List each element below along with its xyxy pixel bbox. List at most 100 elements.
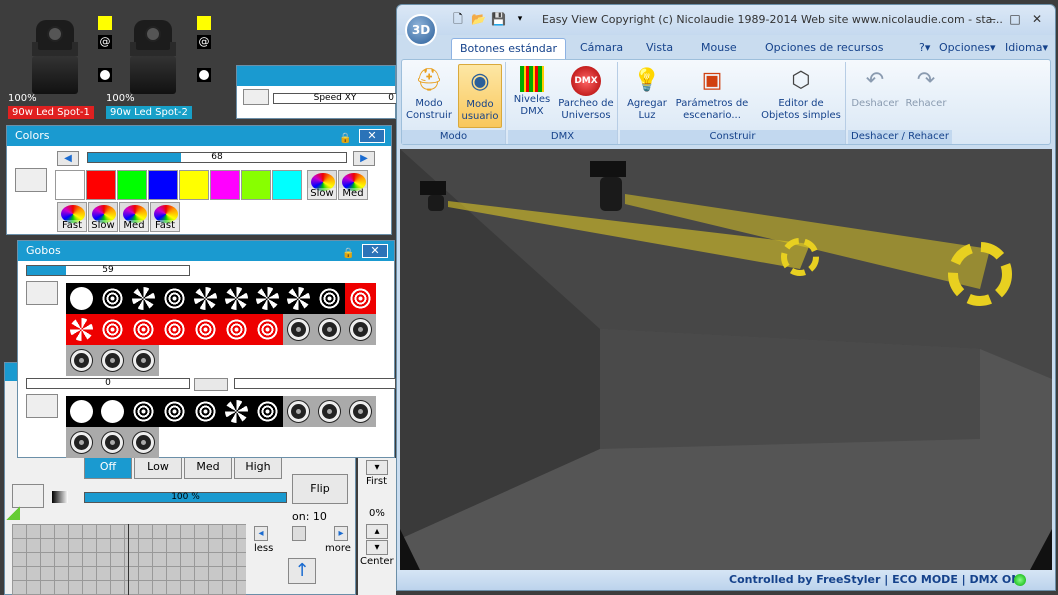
opciones-menu[interactable]: Opciones▾ [935,38,999,59]
open-folder-icon[interactable]: 📂 [471,12,486,27]
fixture-2-name[interactable]: 90w Led Spot-2 [106,106,192,119]
gobo2-slider[interactable]: 0 [26,378,190,389]
gobo-option[interactable] [97,427,128,458]
fixture-1-icon[interactable] [14,12,104,94]
gobo-option[interactable] [128,345,159,376]
intensity-off-button[interactable]: Off [84,455,132,479]
color-wheel-fast-2[interactable]: Fast [150,202,180,232]
center-up-button[interactable]: ▴ [366,524,388,539]
gobo-option[interactable] [128,396,159,427]
gobo-option[interactable] [345,283,376,314]
gobo-option[interactable] [314,396,345,427]
color-wheel-med-2[interactable]: Med [119,202,149,232]
color-swatch[interactable] [117,170,147,200]
tab-camara[interactable]: Cámara [572,38,631,59]
speed-xy-slider[interactable]: Speed XY 0 [273,93,397,104]
gobo-option[interactable] [221,283,252,314]
tab-opciones-recursos[interactable]: Opciones de recursos [757,38,891,59]
dimmer-slider[interactable]: 100 % [84,492,287,503]
maximize-icon[interactable]: □ [1005,11,1025,28]
gobo1-slider[interactable]: 59 [26,265,190,276]
save-icon[interactable]: 💾 [491,12,506,27]
color-swatch[interactable] [241,170,271,200]
gobo-option[interactable] [97,396,128,427]
gobo-option[interactable] [283,283,314,314]
intensity-med-button[interactable]: Med [184,455,232,479]
gobo-option[interactable] [345,314,376,345]
gobo-option[interactable] [66,283,97,314]
customize-toolbar-icon[interactable]: ▾ [513,12,527,27]
tab-botones-estandar[interactable]: Botones estándar [451,38,567,59]
modo-construir-button[interactable]: ⛑ Modo Construir [404,64,454,128]
dimmer-reset-button[interactable] [12,484,44,508]
colors-next-button[interactable]: ▶ [353,151,375,166]
gobo2-shake-button[interactable] [194,378,228,391]
gobo-option[interactable] [128,427,159,458]
lock-icon[interactable]: 🔒 [342,244,354,259]
gobo1-reset-button[interactable] [26,281,58,305]
color-wheel-slow-2[interactable]: Slow [88,202,118,232]
gobo-option[interactable] [221,314,252,345]
3d-viewport[interactable] [400,149,1052,570]
gobo-option[interactable] [345,396,376,427]
color-swatch[interactable] [210,170,240,200]
gobo-option[interactable] [159,283,190,314]
colors-reset-button[interactable] [15,168,47,192]
gobo-option[interactable] [66,396,97,427]
center-down-button[interactable]: ▾ [366,540,388,555]
color-wheel-med[interactable]: Med [338,170,368,200]
gobo2-reset-button[interactable] [26,394,58,418]
gobo2-rotation-slider[interactable] [234,378,396,389]
intensity-high-button[interactable]: High [234,455,282,479]
help-menu[interactable]: ?▾ [915,38,934,59]
gobo-option[interactable] [314,314,345,345]
gobo-option[interactable] [190,396,221,427]
close-icon[interactable]: ✕ [359,129,385,143]
gobo-option[interactable] [190,283,221,314]
tab-mouse[interactable]: Mouse [693,38,745,59]
gobo-option[interactable] [66,314,97,345]
editor-objetos-button[interactable]: ⬡ Editor de Objetos simples [758,64,844,128]
colors-slider[interactable]: 68 [87,152,347,163]
gobo-option[interactable] [97,283,128,314]
less-arrow[interactable]: ◂ [254,526,268,541]
move-up-button[interactable]: ↑ [288,558,316,584]
new-file-icon[interactable]: 🗋 [451,12,465,27]
gobo-option[interactable] [97,345,128,376]
color-wheel-fast[interactable]: Fast [57,202,87,232]
rehacer-button[interactable]: ↷ Rehacer [902,64,950,128]
color-swatch[interactable] [55,170,85,200]
gobo-option[interactable] [66,345,97,376]
gobo-option[interactable] [190,314,221,345]
window-close-icon[interactable]: ✕ [1027,11,1047,28]
fixture-1-name[interactable]: 90w Led Spot-1 [8,106,94,119]
gobo-option[interactable] [221,396,252,427]
gobo-option[interactable] [283,314,314,345]
minimize-icon[interactable]: – [983,11,1003,28]
speed-slider-thumb[interactable] [292,526,306,541]
speed-reset-button[interactable] [243,89,269,105]
flip-button[interactable]: Flip [292,474,348,504]
niveles-dmx-button[interactable]: Niveles DMX [510,64,554,128]
gobo-option[interactable] [159,396,190,427]
color-swatch[interactable] [86,170,116,200]
modo-usuario-button[interactable]: ◉ Modo usuario [458,64,502,128]
gobo-option[interactable] [159,314,190,345]
close-icon[interactable]: ✕ [362,244,388,258]
more-arrow[interactable]: ▸ [334,526,348,541]
fixture-2-icon[interactable] [112,12,202,94]
gobo-option[interactable] [314,283,345,314]
color-swatch[interactable] [272,170,302,200]
colors-prev-button[interactable]: ◀ [57,151,79,166]
tab-vista[interactable]: Vista [638,38,681,59]
lock-icon[interactable]: 🔒 [339,129,351,144]
pan-tilt-grid[interactable] [12,524,246,595]
gobo-option[interactable] [128,283,159,314]
color-wheel-slow[interactable]: Slow [307,170,337,200]
parcheo-universos-button[interactable]: DMX Parcheo de Universos [556,64,616,128]
color-swatch[interactable] [148,170,178,200]
intensity-low-button[interactable]: Low [134,455,182,479]
gobo-option[interactable] [252,396,283,427]
resize-grip-icon[interactable] [6,506,20,520]
gobo-option[interactable] [252,314,283,345]
